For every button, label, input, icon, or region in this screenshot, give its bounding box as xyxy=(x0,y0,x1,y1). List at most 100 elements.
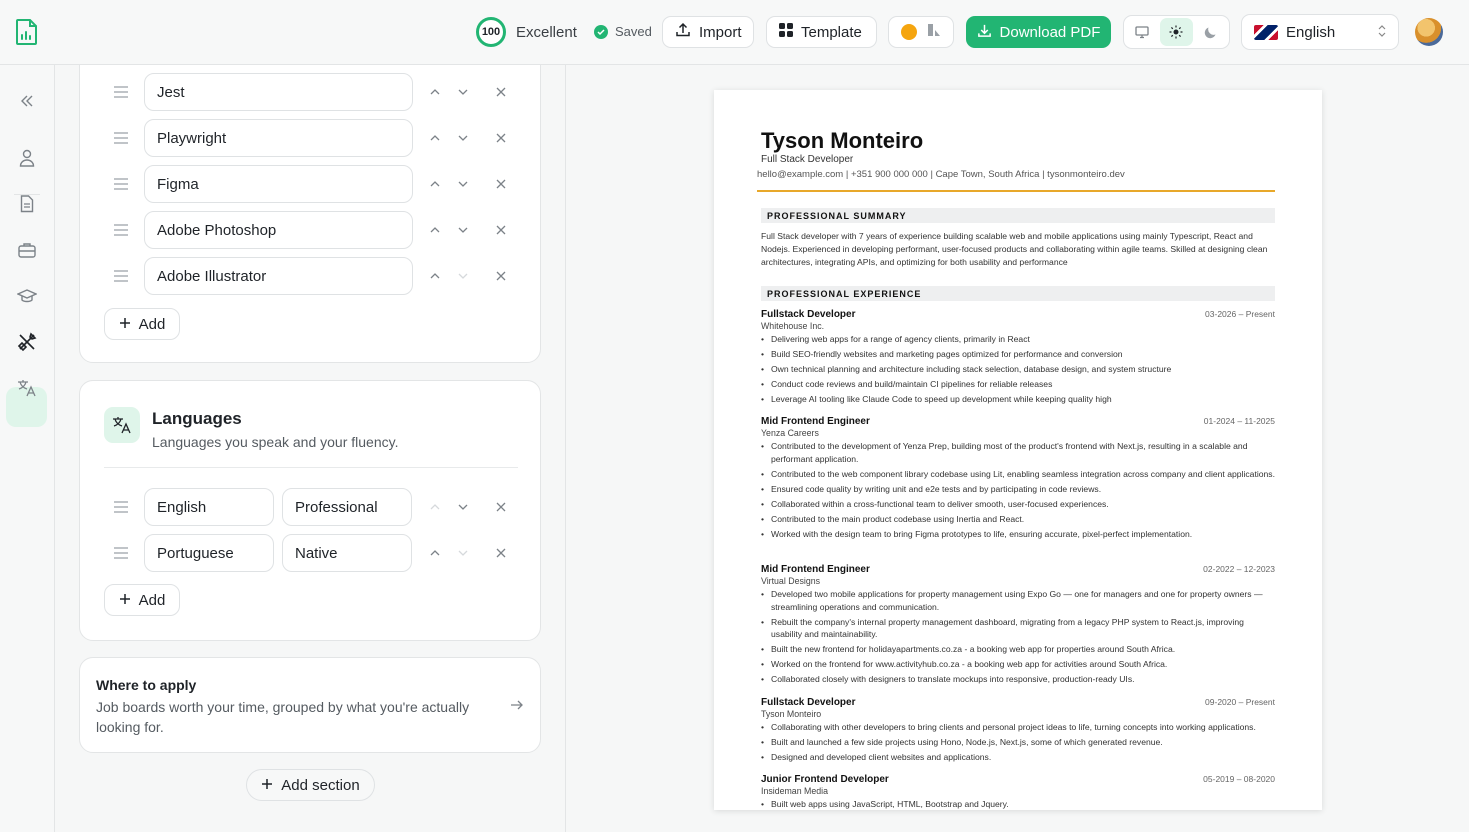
drag-handle-icon[interactable] xyxy=(114,177,128,190)
card-text: Job boards worth your time, grouped by w… xyxy=(96,699,470,735)
download-label: Download PDF xyxy=(999,23,1101,41)
translate-icon[interactable] xyxy=(14,375,40,401)
move-down-icon[interactable] xyxy=(454,129,472,147)
language-input[interactable]: Portuguese xyxy=(144,534,274,572)
move-up-icon[interactable] xyxy=(426,83,444,101)
skill-row: Jest xyxy=(104,73,524,111)
fluency-input[interactable]: Native xyxy=(282,534,412,572)
add-skill-button[interactable]: Add xyxy=(104,308,180,340)
skill-row: Adobe Illustrator xyxy=(104,257,524,295)
move-up-icon[interactable] xyxy=(426,544,444,562)
skill-row: Figma xyxy=(104,165,524,203)
job-bullet: Ensured code quality by writing unit and… xyxy=(761,483,1275,496)
sun-icon[interactable] xyxy=(1160,18,1193,46)
job-bullet: Collaborated within a cross-functional t… xyxy=(761,498,1275,511)
move-down-icon[interactable] xyxy=(454,83,472,101)
remove-icon[interactable] xyxy=(492,267,510,285)
job-bullet: Contributed to the development of Yenza … xyxy=(761,440,1275,465)
section-title: Languages xyxy=(152,409,242,428)
avatar[interactable] xyxy=(1415,18,1443,46)
remove-icon[interactable] xyxy=(492,498,510,516)
move-down-icon[interactable] xyxy=(454,498,472,516)
job-entry: Fullstack Developer 09-2020 – Present Ty… xyxy=(761,697,1275,766)
translate-icon xyxy=(104,407,140,443)
job-bullet: Conduct code reviews and build/maintain … xyxy=(761,378,1275,391)
download-icon xyxy=(977,23,992,42)
graduation-cap-icon[interactable] xyxy=(14,283,40,309)
job-company: Yenza Careers xyxy=(761,428,819,438)
monitor-icon[interactable] xyxy=(1126,18,1158,46)
skill-input[interactable]: Playwright xyxy=(144,119,413,157)
skill-input[interactable]: Adobe Illustrator xyxy=(144,257,413,295)
theme-color-button[interactable] xyxy=(888,16,954,48)
app-logo-icon[interactable] xyxy=(14,18,40,46)
divider xyxy=(104,467,518,468)
job-company: Virtual Designs xyxy=(761,576,821,586)
resume-score[interactable]: 100 Excellent xyxy=(476,17,577,47)
download-pdf-button[interactable]: Download PDF xyxy=(966,16,1111,48)
move-up-icon[interactable] xyxy=(426,129,444,147)
chevron-updown-icon xyxy=(1378,24,1386,41)
moon-icon[interactable] xyxy=(1195,18,1227,46)
remove-icon[interactable] xyxy=(492,129,510,147)
tools-icon[interactable] xyxy=(14,329,40,355)
top-bar: 100 Excellent Saved Import Template Down… xyxy=(0,0,1469,65)
template-button[interactable]: Template xyxy=(766,16,877,48)
job-bullet: Leverage AI tooling like Claude Code to … xyxy=(761,393,1275,406)
skill-row: Adobe Photoshop xyxy=(104,211,524,249)
move-down-icon[interactable] xyxy=(454,175,472,193)
skill-input[interactable]: Figma xyxy=(144,165,413,203)
collapse-icon[interactable] xyxy=(14,88,40,114)
job-title: Fullstack Developer xyxy=(761,697,856,708)
fluency-input[interactable]: Professional xyxy=(282,488,412,526)
add-label: Add xyxy=(138,591,166,609)
job-bullet: Own technical planning and architecture … xyxy=(761,363,1275,376)
language-select[interactable]: English xyxy=(1241,14,1399,50)
remove-icon[interactable] xyxy=(492,175,510,193)
person-icon[interactable] xyxy=(14,145,40,171)
remove-icon[interactable] xyxy=(492,544,510,562)
move-up-icon[interactable] xyxy=(426,267,444,285)
job-title: Fullstack Developer xyxy=(761,309,856,320)
document-icon[interactable] xyxy=(14,191,40,217)
drag-handle-icon[interactable] xyxy=(114,500,128,513)
move-down-icon xyxy=(454,267,472,285)
color-swatch xyxy=(901,24,917,40)
import-button[interactable]: Import xyxy=(662,16,754,48)
add-language-button[interactable]: Add xyxy=(104,584,180,616)
check-icon xyxy=(594,24,608,39)
move-up-icon[interactable] xyxy=(426,221,444,239)
remove-icon[interactable] xyxy=(492,221,510,239)
where-to-apply-card[interactable]: Where to apply Job boards worth your tim… xyxy=(79,657,541,753)
score-label: Excellent xyxy=(516,23,577,41)
job-bullet: Contributed to the main product codebase… xyxy=(761,513,1275,526)
job-bullet: Built web apps using JavaScript, HTML, B… xyxy=(761,798,1275,811)
job-dates: 05-2019 – 08-2020 xyxy=(1203,774,1275,784)
job-dates: 02-2022 – 12-2023 xyxy=(1203,564,1275,574)
import-label: Import xyxy=(699,23,742,41)
briefcase-icon[interactable] xyxy=(14,237,40,263)
skill-input[interactable]: Jest xyxy=(144,73,413,111)
resume-preview: Tyson Monteiro Full Stack Developer hell… xyxy=(567,65,1469,832)
section-heading: PROFESSIONAL EXPERIENCE xyxy=(761,286,1275,301)
languages-card: Languages Languages you speak and your f… xyxy=(79,380,541,641)
job-entry: Mid Frontend Engineer 02-2022 – 12-2023 … xyxy=(761,564,1275,688)
move-up-icon[interactable] xyxy=(426,175,444,193)
resume-contact: hello@example.com | +351 900 000 000 | C… xyxy=(757,169,1125,180)
language-input[interactable]: English xyxy=(144,488,274,526)
arrow-right-icon[interactable] xyxy=(510,698,524,716)
drag-handle-icon[interactable] xyxy=(114,85,128,98)
card-title: Where to apply xyxy=(96,677,197,693)
sidebar xyxy=(0,65,55,832)
drag-handle-icon[interactable] xyxy=(114,546,128,559)
language-row: English Professional xyxy=(104,488,524,526)
drag-handle-icon[interactable] xyxy=(114,223,128,236)
add-section-button[interactable]: Add section xyxy=(246,769,375,801)
upload-icon xyxy=(675,22,691,42)
drag-handle-icon[interactable] xyxy=(114,131,128,144)
drag-handle-icon[interactable] xyxy=(114,269,128,282)
add-section-label: Add section xyxy=(281,776,360,794)
remove-icon[interactable] xyxy=(492,83,510,101)
skill-input[interactable]: Adobe Photoshop xyxy=(144,211,413,249)
move-down-icon[interactable] xyxy=(454,221,472,239)
